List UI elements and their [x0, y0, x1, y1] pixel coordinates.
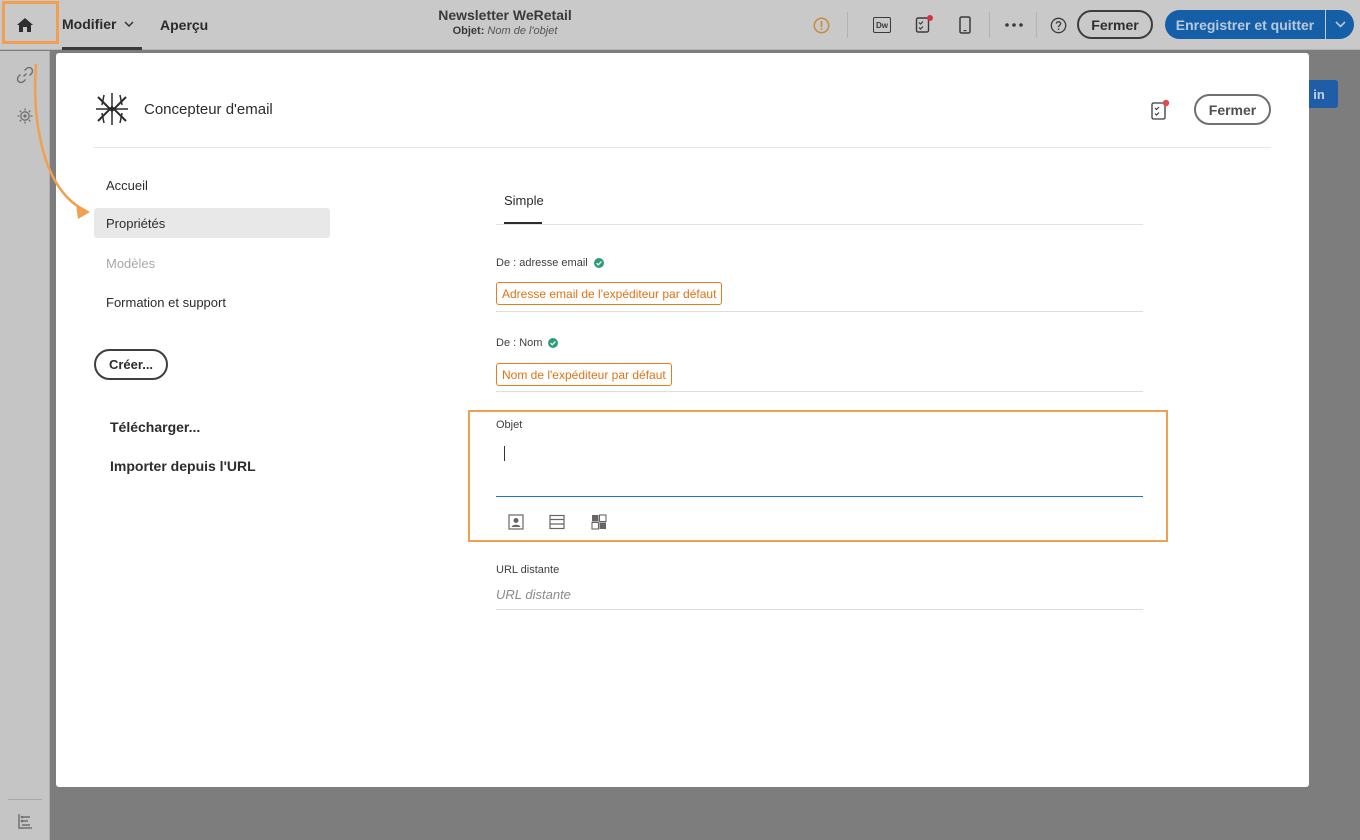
modal-checklist-button[interactable]: [1149, 98, 1171, 122]
import-url-link[interactable]: Importer depuis l'URL: [110, 458, 256, 474]
checklist-button[interactable]: [913, 14, 935, 36]
dynamic-content-icon[interactable]: [591, 514, 607, 530]
from-name-field[interactable]: Nom de l'expéditeur par défaut: [496, 363, 672, 386]
more-button[interactable]: [1003, 14, 1025, 36]
content-block-icon[interactable]: [549, 514, 565, 530]
subject-label: Objet: [496, 419, 522, 431]
remote-url-underline: [496, 609, 1143, 610]
from-name-label: De : Nom: [496, 337, 559, 349]
personalization-icon[interactable]: [508, 514, 524, 530]
text-cursor: [504, 446, 505, 461]
more-icon: [1005, 23, 1023, 27]
separator: [1036, 12, 1037, 38]
subject-value: Nom de l'objet: [487, 25, 558, 37]
chevron-down-icon: [124, 20, 134, 27]
checklist-icon: [915, 15, 933, 33]
create-button[interactable]: Créer...: [94, 349, 168, 380]
remote-url-label: URL distante: [496, 564, 559, 576]
modal-close-button[interactable]: Fermer: [1194, 94, 1271, 125]
nav-item-modeles: Modèles: [106, 255, 156, 271]
checklist-icon: [1151, 99, 1170, 120]
nav-item-proprietes[interactable]: Propriétés: [94, 208, 330, 238]
help-icon: [1050, 17, 1066, 33]
modal-header-divider: [94, 147, 1271, 148]
top-bar: Modifier Aperçu Newsletter WeRetail Obje…: [0, 0, 1360, 50]
remote-url-label-text: URL distante: [496, 564, 560, 576]
separator: [847, 12, 848, 38]
warning-icon: [813, 17, 829, 33]
warning-button[interactable]: [810, 14, 832, 36]
tab-apercu[interactable]: Aperçu: [160, 0, 208, 50]
save-options-button[interactable]: [1326, 10, 1354, 39]
dreamweaver-icon-label: Dw: [876, 20, 888, 30]
from-email-field[interactable]: Adresse email de l'expéditeur par défaut: [496, 282, 723, 305]
subject-caption: Objet:: [452, 25, 485, 37]
subject-label-text: Objet: [496, 419, 523, 431]
mobile-preview-button[interactable]: [954, 14, 976, 36]
modal-title: Concepteur d'email: [144, 101, 273, 118]
from-email-underline: [496, 311, 1143, 312]
annotation-arrow-icon: [33, 63, 90, 219]
tab-apercu-label: Aperçu: [160, 17, 209, 33]
dreamweaver-icon: Dw: [873, 17, 891, 33]
save-and-quit-button[interactable]: Enregistrer et quitter: [1165, 10, 1325, 39]
home-highlight-frame: [2, 1, 59, 44]
tab-modifier-label: Modifier: [62, 15, 117, 32]
subject-underline: [496, 496, 1143, 497]
document-subject: Objet: Nom de l'objet: [400, 25, 610, 37]
from-name-label-text: De : Nom: [496, 337, 543, 349]
check-circle-icon: [593, 258, 604, 268]
nav-item-accueil[interactable]: Accueil: [94, 170, 330, 200]
dreamweaver-button[interactable]: Dw: [871, 14, 893, 36]
from-email-label-text: De : adresse email: [496, 257, 588, 269]
remote-url-input[interactable]: URL distante: [496, 587, 571, 602]
email-designer-modal: Concepteur d'email Fermer Accueil Propri…: [56, 53, 1309, 787]
properties-tabs: Simple: [496, 187, 1143, 225]
rail-divider: [8, 799, 42, 800]
layers-icon: [18, 814, 32, 829]
subject-input[interactable]: [496, 437, 1143, 495]
upload-link[interactable]: Télécharger...: [110, 419, 200, 435]
document-title-block: Newsletter WeRetail Objet: Nom de l'obje…: [400, 7, 610, 37]
layers-button[interactable]: [15, 811, 35, 831]
tab-modifier[interactable]: Modifier: [62, 0, 143, 50]
topbar-close-button[interactable]: Fermer: [1077, 10, 1153, 39]
from-email-label: De : adresse email: [496, 257, 604, 269]
email-designer-logo-icon: [96, 93, 128, 125]
document-title: Newsletter WeRetail: [438, 7, 572, 23]
separator: [989, 12, 990, 38]
help-button[interactable]: [1047, 14, 1069, 36]
from-name-underline: [496, 391, 1143, 392]
mobile-icon: [959, 16, 971, 34]
active-tab-indicator: [504, 222, 542, 224]
check-circle-icon: [548, 338, 559, 348]
nav-item-formation-support[interactable]: Formation et support: [94, 287, 330, 317]
chevron-down-icon: [1334, 21, 1346, 28]
tab-simple[interactable]: Simple: [504, 187, 544, 225]
